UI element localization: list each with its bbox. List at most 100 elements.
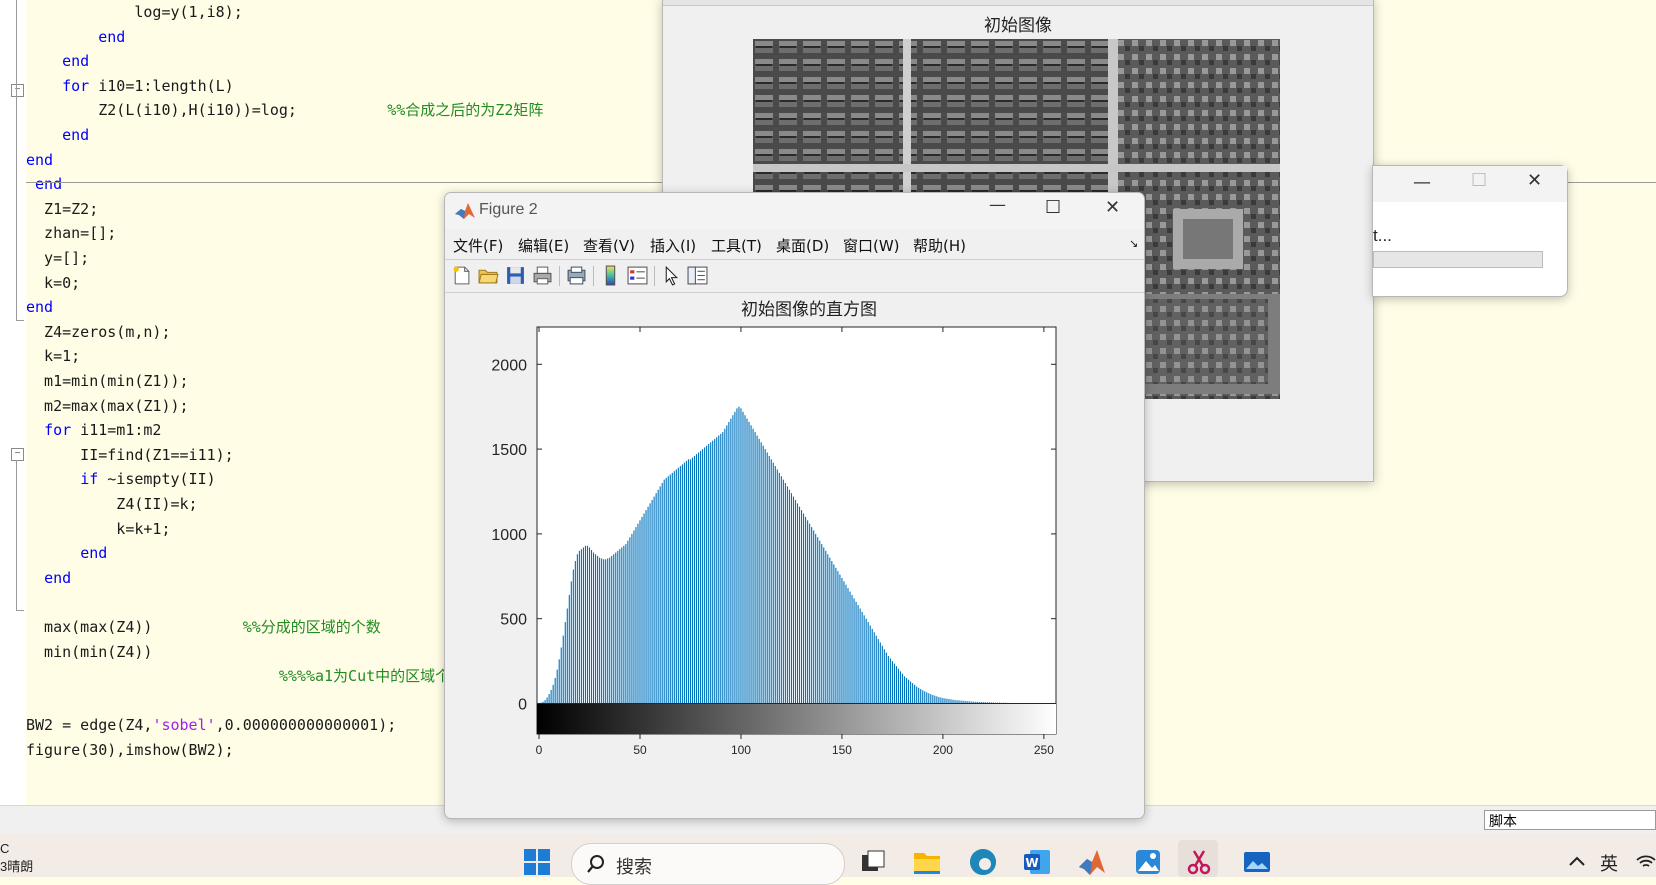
fold-toggle-for-i11[interactable]: − bbox=[11, 448, 24, 461]
figure2-window[interactable]: Figure 2 — ☐ ✕ 文件(F) 编辑(E) 查看(V) 插入(I) 工… bbox=[444, 192, 1145, 819]
code-line[interactable]: Z1=Z2; bbox=[26, 196, 98, 222]
code-line[interactable]: y=[]; bbox=[26, 245, 89, 271]
matlab-icon[interactable] bbox=[1077, 847, 1107, 877]
print-icon[interactable] bbox=[532, 265, 553, 286]
histogram-bar bbox=[813, 531, 814, 704]
histogram-bar bbox=[623, 546, 624, 704]
menu-help[interactable]: 帮助(H) bbox=[913, 235, 966, 256]
histogram-bar bbox=[763, 446, 764, 704]
windows-start-icon[interactable] bbox=[522, 847, 552, 877]
code-line[interactable]: II=find(Z1==i11); bbox=[26, 442, 234, 468]
histogram-bar bbox=[886, 653, 887, 704]
code-line[interactable]: Z4=zeros(m,n); bbox=[26, 319, 171, 345]
word-icon[interactable]: W bbox=[1022, 847, 1052, 877]
gallery-icon[interactable] bbox=[1242, 847, 1272, 877]
code-line[interactable]: end bbox=[26, 540, 107, 566]
code-line[interactable]: zhan=[]; bbox=[26, 220, 116, 246]
minimize-button[interactable]: — bbox=[989, 195, 1006, 215]
weather-widget[interactable]: C 3晴朗 bbox=[0, 840, 33, 876]
code-line[interactable]: k=k+1; bbox=[26, 516, 171, 542]
menu-file[interactable]: 文件(F) bbox=[453, 235, 503, 256]
histogram-bar bbox=[635, 527, 636, 703]
task-view-icon[interactable] bbox=[858, 847, 888, 877]
open-folder-icon[interactable] bbox=[478, 265, 499, 286]
menu-desktop[interactable]: 桌面(D) bbox=[776, 235, 829, 256]
wifi-icon[interactable] bbox=[1636, 852, 1656, 872]
dock-arrow-icon[interactable]: ↘ bbox=[1129, 237, 1138, 250]
code-line[interactable]: log=y(1,i8); bbox=[26, 0, 243, 25]
histogram-bar bbox=[605, 559, 606, 703]
histogram-bar bbox=[882, 646, 883, 704]
code-line[interactable]: max(max(Z4)) %%分成的区域的个数 bbox=[26, 614, 381, 640]
code-line[interactable]: m2=max(max(Z1)); bbox=[26, 393, 189, 419]
taskbar-search-box[interactable]: 搜索 bbox=[571, 843, 845, 885]
file-explorer-icon[interactable] bbox=[912, 847, 942, 877]
code-line[interactable]: m1=min(min(Z1)); bbox=[26, 368, 189, 394]
code-line[interactable]: k=0; bbox=[26, 270, 80, 296]
code-line[interactable]: BW2 = edge(Z4,'sobel',0.000000000000001)… bbox=[26, 712, 396, 738]
code-line[interactable]: %%%%a1为Cut中的区域个 bbox=[26, 663, 450, 689]
menu-view[interactable]: 查看(V) bbox=[583, 235, 635, 256]
chevron-up-icon[interactable] bbox=[1568, 853, 1586, 871]
axes-box[interactable] bbox=[537, 327, 1056, 734]
snipping-tool-icon[interactable] bbox=[1184, 847, 1214, 877]
progress-window[interactable]: — ☐ ✕ t... bbox=[1372, 165, 1568, 297]
code-line[interactable]: k=1; bbox=[26, 343, 80, 369]
property-editor-icon[interactable] bbox=[687, 265, 708, 286]
code-line[interactable]: end bbox=[26, 24, 125, 50]
minimize-button[interactable]: — bbox=[1413, 172, 1431, 193]
menu-tools[interactable]: 工具(T) bbox=[711, 235, 762, 256]
code-line[interactable]: end bbox=[26, 48, 89, 74]
histogram-bar bbox=[910, 681, 911, 703]
menu-window[interactable]: 窗口(W) bbox=[843, 235, 900, 256]
histogram-bar bbox=[587, 546, 588, 704]
histogram-figure[interactable]: 初始图像的直方图 0500100015002000050100150200250 bbox=[445, 291, 1144, 818]
menu-edit[interactable]: 编辑(E) bbox=[518, 235, 569, 256]
figure2-titlebar[interactable]: Figure 2 — ☐ ✕ bbox=[445, 193, 1144, 229]
legend-icon[interactable] bbox=[627, 265, 648, 286]
histogram-bar bbox=[585, 546, 586, 704]
input-method-indicator[interactable]: 英 bbox=[1600, 850, 1618, 876]
new-file-icon[interactable] bbox=[451, 265, 472, 286]
print-preview-icon[interactable] bbox=[566, 265, 587, 286]
figure2-window-title: Figure 2 bbox=[479, 201, 538, 219]
close-button[interactable]: ✕ bbox=[1105, 197, 1120, 218]
code-line[interactable]: figure(30),imshow(BW2); bbox=[26, 737, 234, 763]
code-line[interactable]: Z2(L(i10),H(i10))=log; %%合成之后的为Z2矩阵 bbox=[26, 97, 543, 123]
histogram-bar bbox=[589, 547, 590, 703]
photos-icon[interactable] bbox=[1133, 847, 1163, 877]
figure1-toolbar-edge bbox=[663, 0, 1373, 6]
weather-temp: C bbox=[0, 840, 33, 858]
fold-toggle-for-i10[interactable]: − bbox=[11, 84, 24, 97]
section-divider bbox=[26, 182, 662, 183]
histogram-bar bbox=[807, 520, 808, 703]
code-line[interactable]: Z4(II)=k; bbox=[26, 491, 198, 517]
histogram-bar bbox=[779, 473, 780, 704]
code-line[interactable]: end bbox=[26, 565, 71, 591]
code-line[interactable]: end bbox=[26, 122, 89, 148]
close-button[interactable]: ✕ bbox=[1527, 170, 1542, 191]
code-line[interactable]: for i10=1:length(L) bbox=[26, 73, 234, 99]
histogram-bar bbox=[797, 503, 798, 703]
histogram-bar bbox=[912, 683, 913, 703]
code-line[interactable]: for i11=m1:m2 bbox=[26, 417, 161, 443]
code-line[interactable]: end bbox=[26, 147, 53, 173]
histogram-bar bbox=[835, 568, 836, 704]
colorbar-icon[interactable] bbox=[600, 265, 621, 286]
histogram-bar bbox=[751, 425, 752, 703]
save-icon[interactable] bbox=[505, 265, 526, 286]
histogram-bar bbox=[557, 670, 558, 704]
pointer-icon[interactable] bbox=[661, 265, 682, 286]
histogram-bar bbox=[866, 619, 867, 704]
code-line[interactable]: end bbox=[26, 171, 62, 197]
code-line[interactable]: min(min(Z4)) bbox=[26, 639, 152, 665]
code-line[interactable]: end bbox=[26, 294, 53, 320]
histogram-bar bbox=[809, 524, 810, 704]
maximize-button[interactable]: ☐ bbox=[1045, 197, 1061, 218]
maximize-button[interactable]: ☐ bbox=[1471, 170, 1487, 191]
code-line[interactable]: if ~isempty(II) bbox=[26, 466, 216, 492]
histogram-bar bbox=[712, 441, 713, 704]
menu-insert[interactable]: 插入(I) bbox=[650, 235, 696, 256]
edge-browser-icon[interactable] bbox=[968, 847, 998, 877]
histogram-bar bbox=[658, 490, 659, 704]
